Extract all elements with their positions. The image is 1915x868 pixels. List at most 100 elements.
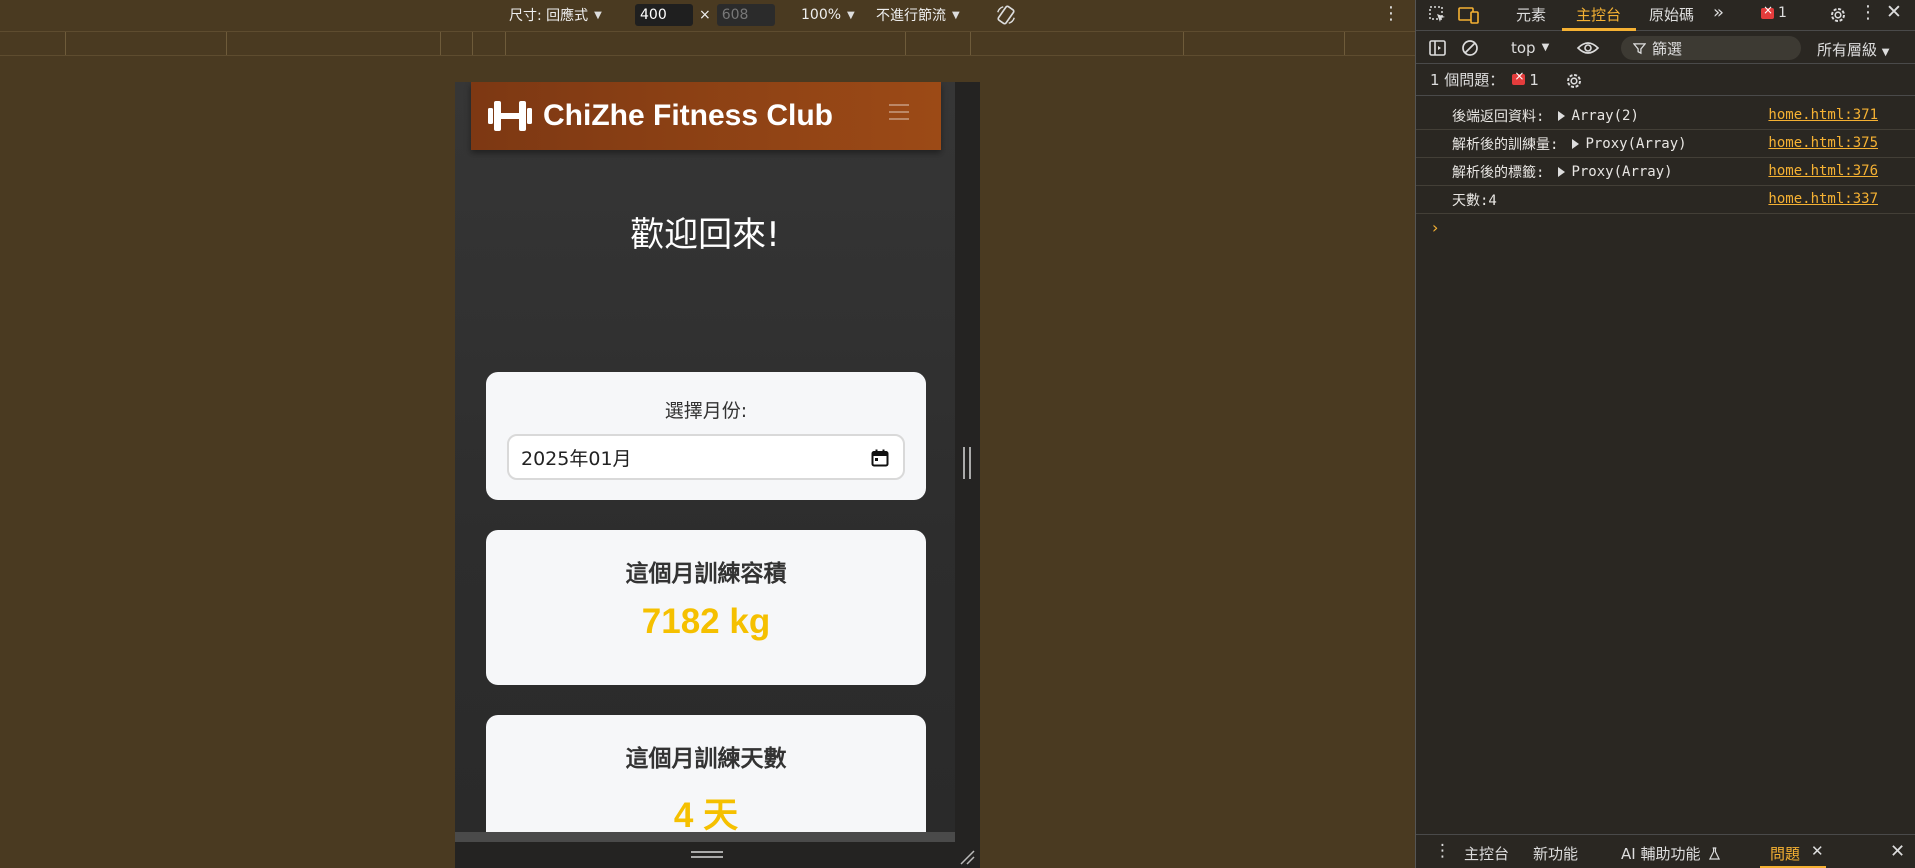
rotate-button[interactable]: [995, 4, 1017, 26]
context-selector[interactable]: top ▼: [1511, 39, 1549, 57]
sidebar-toggle-icon[interactable]: [1428, 38, 1448, 58]
source-link[interactable]: home.html:371: [1768, 107, 1878, 123]
drawer-menu-icon[interactable]: ⋮: [1434, 841, 1451, 861]
dumbbell-icon: [488, 101, 532, 131]
drawer-tab-issues[interactable]: 問題: [1770, 843, 1800, 864]
source-link[interactable]: home.html:376: [1768, 163, 1878, 179]
resize-corner-icon[interactable]: [958, 848, 976, 866]
page-viewport[interactable]: ChiZhe Fitness Club 歡迎回來! 選擇月份: 2025年01月…: [455, 82, 955, 842]
device-toolbar: 尺寸: 回應式 ▼ × 100% ▼ 不進行節流 ▼ ⋮: [0, 0, 1415, 31]
console-row-label: 解析後的標籤:: [1452, 164, 1545, 181]
issue-icon: [1512, 69, 1526, 85]
volume-value: 7182 kg: [641, 602, 771, 641]
console-row-label: 後端返回資料:: [1452, 108, 1545, 125]
console-filter-input[interactable]: 篩選: [1621, 36, 1801, 60]
close-devtools-icon[interactable]: ✕: [1886, 1, 1902, 23]
month-input[interactable]: 2025年01月: [507, 434, 905, 480]
app-navbar: ChiZhe Fitness Club: [471, 82, 941, 150]
expand-triangle-icon[interactable]: [1558, 166, 1566, 177]
days-value: 4 天: [673, 796, 739, 835]
source-link[interactable]: home.html:337: [1768, 191, 1878, 207]
throttling-dropdown[interactable]: 不進行節流 ▼: [876, 4, 960, 26]
console-row-value: Proxy(Array): [1571, 163, 1673, 180]
console-row-label: 天數:4: [1452, 192, 1497, 209]
calendar-icon[interactable]: [871, 449, 889, 467]
filter-placeholder: 篩選: [1652, 39, 1683, 58]
filter-funnel-icon: [1633, 42, 1646, 54]
width-input[interactable]: [635, 4, 693, 26]
chevron-down-icon: ▼: [952, 9, 960, 21]
chevron-down-icon: ▼: [1881, 47, 1890, 58]
dimensions-label: 尺寸: 回應式: [509, 8, 589, 24]
inspect-element-icon[interactable]: [1428, 5, 1448, 25]
welcome-heading: 歡迎回來!: [630, 215, 780, 255]
close-drawer-icon[interactable]: ✕: [1890, 841, 1905, 862]
flask-icon: [1709, 847, 1721, 860]
console-row[interactable]: 解析後的訓練量: Proxy(Array) home.html:375: [1416, 130, 1915, 158]
issues-label: 1 個問題：: [1430, 71, 1505, 89]
expand-triangle-icon[interactable]: [1558, 110, 1566, 121]
expand-triangle-icon[interactable]: [1572, 138, 1580, 149]
media-query-ruler: [0, 31, 1415, 56]
live-expression-eye-icon[interactable]: [1576, 38, 1600, 58]
drawer-tab-ai-assistance[interactable]: AI 輔助功能: [1621, 843, 1721, 864]
tab-console[interactable]: 主控台: [1576, 4, 1621, 25]
more-options-icon[interactable]: ⋮: [1382, 3, 1400, 24]
rotate-icon: [997, 5, 1015, 25]
context-label: top: [1511, 39, 1536, 57]
console-row-value: Proxy(Array): [1585, 135, 1687, 152]
chevron-down-icon: ▼: [594, 9, 602, 21]
console-settings-gear-icon[interactable]: [1564, 71, 1584, 91]
times-sign: ×: [699, 7, 711, 23]
issues-bar: 1 個問題： 1: [1416, 64, 1915, 96]
tab-sources[interactable]: 原始碼: [1649, 4, 1694, 25]
console-row-value: Array(2): [1571, 107, 1639, 124]
month-label: 選擇月份:: [664, 400, 748, 422]
month-value: 2025年01月: [521, 447, 632, 470]
month-picker-card: 選擇月份: 2025年01月: [486, 372, 926, 500]
brand-title[interactable]: ChiZhe Fitness Club: [543, 99, 833, 133]
ai-tab-label: AI 輔助功能: [1621, 845, 1701, 863]
console-row[interactable]: 解析後的標籤: Proxy(Array) home.html:376: [1416, 158, 1915, 186]
more-tabs-icon[interactable]: »: [1713, 2, 1724, 23]
error-icon: [1761, 3, 1774, 19]
chevron-down-icon: ▼: [847, 9, 855, 21]
throttling-label: 不進行節流: [876, 8, 946, 24]
log-levels-dropdown[interactable]: 所有層級 ▼: [1817, 39, 1890, 60]
issues-badge[interactable]: 1: [1512, 69, 1539, 89]
zoom-dropdown[interactable]: 100% ▼: [801, 4, 855, 26]
source-link[interactable]: home.html:375: [1768, 135, 1878, 151]
dimensions-dropdown[interactable]: 尺寸: 回應式 ▼: [509, 4, 602, 26]
close-issues-tab-icon[interactable]: ✕: [1811, 842, 1824, 860]
console-prompt-icon[interactable]: ›: [1432, 218, 1438, 237]
devtools-tab-bar: 元素 主控台 原始碼 » 1 ⋮ ✕: [1416, 0, 1915, 31]
training-volume-card: 這個月訓練容積 7182 kg: [486, 530, 926, 685]
console-row-label: 解析後的訓練量:: [1452, 136, 1559, 153]
emulated-device: ChiZhe Fitness Club 歡迎回來! 選擇月份: 2025年01月…: [455, 82, 980, 868]
levels-label: 所有層級: [1817, 41, 1878, 59]
devtools-drawer: ⋮ 主控台 新功能 AI 輔助功能 問題 ✕ ✕: [1416, 834, 1915, 868]
training-days-card: 這個月訓練天數 4 天: [486, 715, 926, 842]
error-badge[interactable]: 1: [1761, 3, 1787, 21]
device-toggle-icon[interactable]: [1458, 5, 1480, 25]
drawer-tab-console[interactable]: 主控台: [1464, 843, 1509, 864]
console-row[interactable]: 後端返回資料: Array(2) home.html:371: [1416, 102, 1915, 130]
resize-handle-bottom[interactable]: [691, 851, 723, 858]
volume-title: 這個月訓練容積: [625, 561, 787, 587]
console-toolbar: top ▼ 篩選 所有層級 ▼: [1416, 31, 1915, 64]
devtools-panel: 元素 主控台 原始碼 » 1 ⋮ ✕ top ▼: [1415, 0, 1915, 868]
hamburger-menu-icon[interactable]: [889, 104, 909, 120]
console-row[interactable]: 天數:4 home.html:337: [1416, 186, 1915, 214]
zoom-label: 100%: [801, 7, 842, 23]
horizontal-scrollbar[interactable]: [455, 832, 955, 842]
clear-console-icon[interactable]: [1460, 38, 1480, 58]
height-input[interactable]: [716, 4, 775, 26]
drawer-tab-whats-new[interactable]: 新功能: [1533, 843, 1578, 864]
issues-count: 1: [1529, 70, 1539, 89]
resize-handle-right[interactable]: [963, 447, 971, 479]
chevron-down-icon: ▼: [1541, 42, 1550, 53]
settings-gear-icon[interactable]: [1828, 5, 1848, 25]
tab-elements[interactable]: 元素: [1516, 4, 1546, 25]
devtools-menu-icon[interactable]: ⋮: [1859, 2, 1877, 23]
error-count: 1: [1778, 5, 1787, 21]
